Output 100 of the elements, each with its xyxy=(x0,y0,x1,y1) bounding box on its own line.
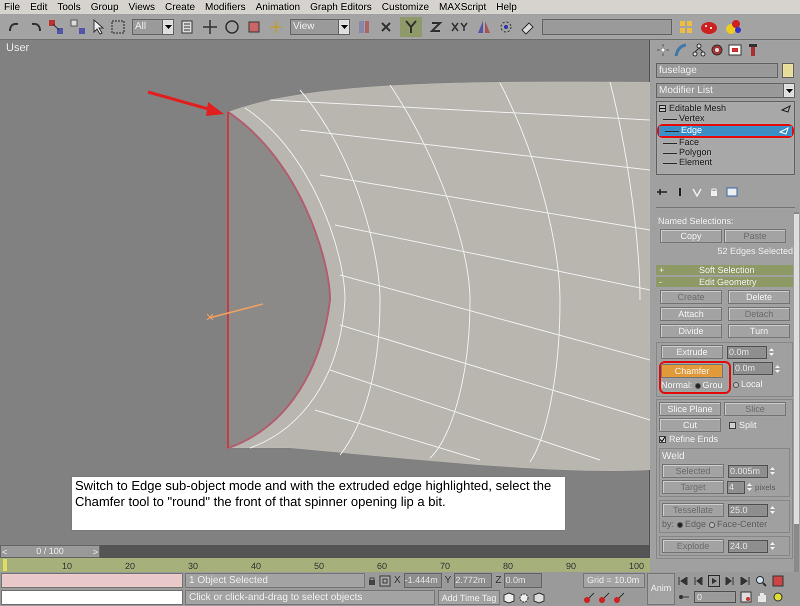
key-icon[interactable] xyxy=(583,592,595,604)
menu-item[interactable]: Create xyxy=(165,0,196,14)
link-icon[interactable] xyxy=(48,18,64,34)
reference-coordinate-dropdown[interactable]: View xyxy=(290,18,350,34)
timeline-track[interactable]: 10 20 30 40 50 60 70 80 90 100 xyxy=(0,558,650,572)
display-tab-icon[interactable] xyxy=(728,43,742,57)
coordinate-field[interactable]: -1.444m xyxy=(404,573,442,588)
tool-button[interactable]: Extrude xyxy=(661,345,723,359)
menu-item[interactable]: MAXScript xyxy=(439,0,486,14)
rotate-icon[interactable] xyxy=(224,18,240,34)
time-slider-track[interactable]: < 0 / 100 > xyxy=(0,545,650,558)
next-frame-icon[interactable] xyxy=(725,576,735,584)
coordinate-field[interactable]: 2.772m xyxy=(454,573,492,588)
time-marker[interactable] xyxy=(3,559,7,571)
chamfer-button[interactable]: Chamfer xyxy=(661,364,723,378)
checkbox[interactable] xyxy=(729,422,736,428)
current-frame-field[interactable]: 0 xyxy=(694,590,736,602)
tool-button[interactable]: Turn xyxy=(728,324,790,338)
tool-button[interactable]: Attach xyxy=(660,307,722,321)
timeline-tick-label: 30 xyxy=(188,561,198,571)
zoom-icon[interactable] xyxy=(755,574,767,586)
object-color-swatch[interactable] xyxy=(782,63,794,78)
scale-icon[interactable] xyxy=(246,18,262,34)
cube-icon[interactable] xyxy=(533,592,545,604)
previous-frame-icon[interactable] xyxy=(693,576,703,584)
sub-object-item[interactable]: Polygon xyxy=(657,148,794,158)
sub-object-item[interactable]: Edge xyxy=(659,126,792,136)
move-icon[interactable] xyxy=(202,18,218,34)
y-axis-icon[interactable] xyxy=(400,16,422,36)
spinner-field[interactable]: 0.0m xyxy=(727,346,767,358)
sub-object-item[interactable]: Element xyxy=(657,158,794,168)
align-icon[interactable] xyxy=(498,18,514,34)
sub-object-item[interactable]: Vertex xyxy=(657,114,794,124)
menu-item[interactable]: Animation xyxy=(256,0,300,14)
tool-button[interactable]: Slice Plane xyxy=(659,402,721,416)
tool-button[interactable]: Cut xyxy=(659,418,721,432)
configure-sets-icon[interactable] xyxy=(726,187,738,197)
object-name-field[interactable]: fuselage xyxy=(656,63,778,78)
lock-icon[interactable] xyxy=(368,576,376,586)
key-icon[interactable] xyxy=(598,592,610,604)
anim-button[interactable]: Anim xyxy=(647,573,675,605)
tool-button[interactable]: Copy xyxy=(660,229,722,243)
modifier-list-dropdown[interactable]: Modifier List xyxy=(656,83,795,98)
radio-button[interactable] xyxy=(733,382,739,388)
menu-item[interactable]: Customize xyxy=(382,0,430,14)
unlink-icon[interactable] xyxy=(70,18,86,34)
go-to-end-icon[interactable] xyxy=(740,576,750,584)
viewport-label: User xyxy=(6,41,30,56)
viewport[interactable]: User Switch to Edge sub-object mode and with the extruded edge highlighted, select the Chamfer tool to "round" the front of that spinner opening lip a bit. xyxy=(0,40,650,545)
menu-item[interactable]: Group xyxy=(90,0,119,14)
pin-stack-icon[interactable] xyxy=(656,187,668,197)
utilities-tab-icon[interactable] xyxy=(746,43,760,57)
stack-item[interactable]: Editable Mesh xyxy=(669,102,726,116)
spheres-icon[interactable] xyxy=(724,18,742,34)
rollout-header[interactable]: + Soft Selection xyxy=(656,265,793,275)
time-configuration-icon[interactable] xyxy=(740,590,752,602)
menu-item[interactable]: File xyxy=(4,0,20,14)
menu-item[interactable]: Edit xyxy=(30,0,48,14)
spinner-field[interactable]: 0.005m xyxy=(728,464,768,478)
rollout-header[interactable]: - Edit Geometry xyxy=(656,277,793,287)
expand-toggle-icon[interactable] xyxy=(659,105,666,112)
mirror-icon[interactable] xyxy=(476,18,492,34)
tool-button[interactable]: Divide xyxy=(660,324,722,338)
absolute-mode-icon[interactable] xyxy=(379,574,391,586)
spinner-field[interactable]: 0.0m xyxy=(733,362,773,375)
key-icon[interactable] xyxy=(613,592,625,604)
previous-frame-button[interactable]: < xyxy=(1,546,8,556)
create-tab-icon[interactable] xyxy=(656,43,670,57)
next-frame-button[interactable]: > xyxy=(92,546,99,556)
spinner-field[interactable]: 4 xyxy=(727,480,745,494)
menu-item[interactable]: Graph Editors xyxy=(310,0,372,14)
go-to-start-icon[interactable] xyxy=(678,576,688,584)
sub-object-item[interactable]: Face xyxy=(657,138,794,148)
menu-item[interactable]: Views xyxy=(128,0,156,14)
checkbox[interactable] xyxy=(659,436,666,443)
hierarchy-tab-icon[interactable] xyxy=(692,43,706,57)
selection-region-icon[interactable] xyxy=(110,18,126,34)
menu-item[interactable]: Help xyxy=(496,0,517,14)
pointer-icon[interactable] xyxy=(92,18,104,34)
key-mode-icon[interactable] xyxy=(678,592,690,600)
timeline-tick-label: 50 xyxy=(314,561,324,571)
radio-button[interactable] xyxy=(677,522,684,528)
show-end-result-icon[interactable] xyxy=(676,187,684,197)
radio-button[interactable] xyxy=(709,522,716,528)
add-time-tag-button[interactable]: Add Time Tag xyxy=(438,590,500,605)
selection-filter-dropdown[interactable]: All xyxy=(132,18,174,34)
spinner-field[interactable]: 24.0 xyxy=(728,540,768,552)
motion-tab-icon[interactable] xyxy=(710,43,724,57)
radio-button[interactable] xyxy=(694,382,701,388)
menu-item[interactable]: Tools xyxy=(57,0,81,14)
tool-button[interactable]: Delete xyxy=(728,290,790,304)
cube-icon[interactable] xyxy=(503,592,515,604)
coordinate-field[interactable]: 0.0m xyxy=(504,573,542,588)
menu-item[interactable]: Modifiers xyxy=(205,0,246,14)
named-selection-field[interactable] xyxy=(542,18,672,34)
maxscript-listener-field[interactable] xyxy=(1,573,183,588)
spinner-field[interactable]: 25.0 xyxy=(728,504,768,516)
maxscript-input-field[interactable] xyxy=(1,590,183,605)
play-icon[interactable] xyxy=(708,574,720,586)
time-slider[interactable]: < 0 / 100 > xyxy=(0,545,100,558)
